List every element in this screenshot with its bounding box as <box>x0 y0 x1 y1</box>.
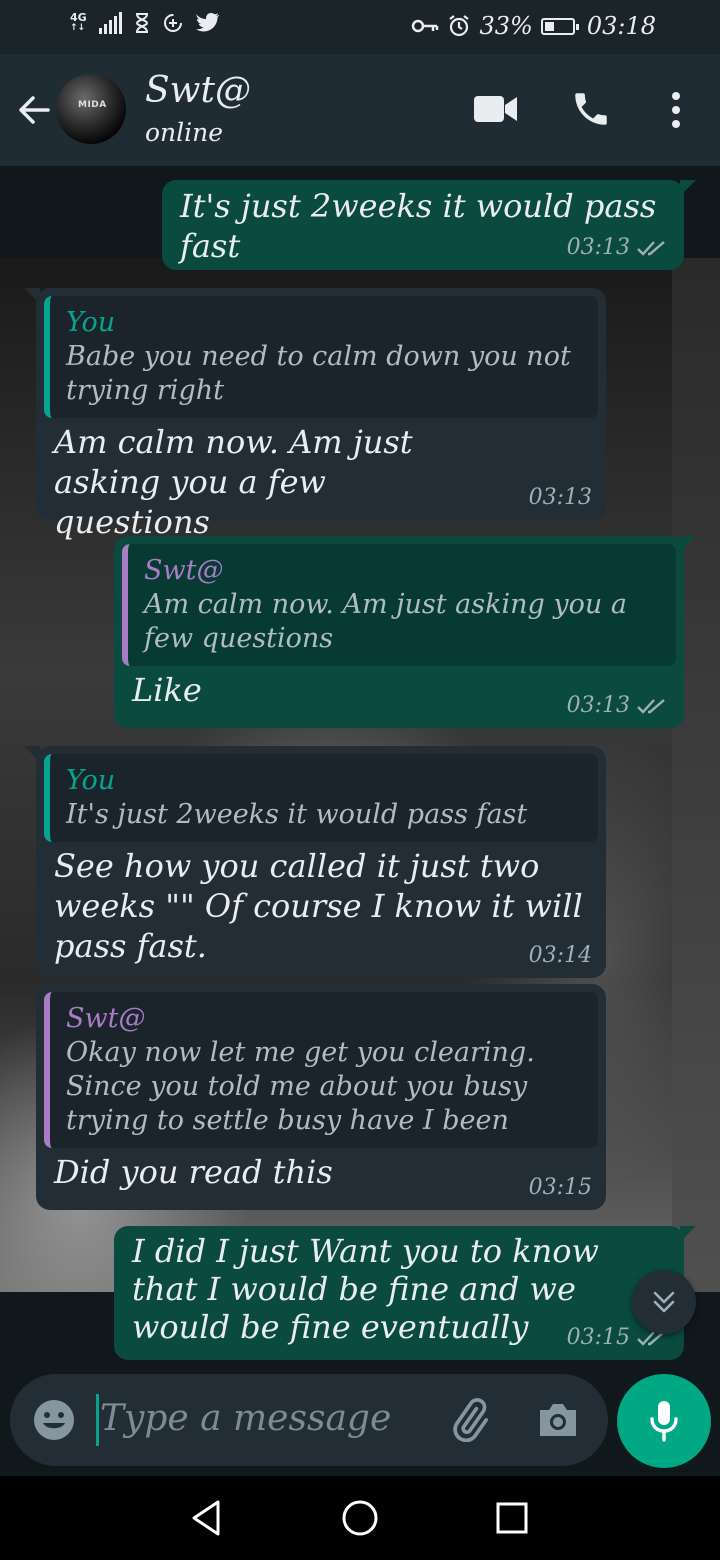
avatar[interactable]: MIDA <box>56 74 126 144</box>
double-chevron-down-icon <box>653 1291 675 1313</box>
message-time: 03:15 <box>529 1175 592 1200</box>
message-time: 03:13 <box>529 485 592 510</box>
quoted-author: Swt@ <box>144 555 224 586</box>
quoted-author: Swt@ <box>66 1003 146 1034</box>
contact-status: online <box>145 118 224 147</box>
message-outgoing[interactable]: I did I just Want you to know that I wou… <box>114 1226 696 1360</box>
clock: 03:18 <box>586 12 656 40</box>
message-time-label: 03:13 <box>528 485 592 510</box>
message-outgoing[interactable]: It's just 2weeks it would pass fast 03:1… <box>162 180 696 270</box>
status-bar: 4G ↑↓ 33% 03:18 <box>0 0 720 54</box>
data-saver-icon <box>163 14 182 32</box>
text-cursor <box>96 1394 99 1446</box>
message-time: 03:13 <box>567 235 670 260</box>
chat-header: MIDA Swt@ online <box>0 54 720 166</box>
back-arrow-icon[interactable] <box>14 90 54 130</box>
message-time-label: 03:14 <box>528 943 592 968</box>
hourglass-icon <box>135 13 148 33</box>
emoji-icon[interactable] <box>32 1398 76 1442</box>
battery-percent: 33% <box>479 12 533 40</box>
mic-icon <box>650 1401 678 1442</box>
more-vert-icon[interactable] <box>666 90 686 130</box>
twitter-icon <box>195 13 219 32</box>
message-text: See how you called it just two weeks "" … <box>54 847 583 965</box>
read-ticks-icon <box>637 240 665 256</box>
message-time: 03:13 <box>567 693 670 718</box>
phone-icon[interactable] <box>570 88 612 130</box>
quoted-author: You <box>66 765 116 796</box>
message-text: Am calm now. Am just asking you a few qu… <box>54 423 413 541</box>
signal-icon <box>98 12 122 34</box>
quoted-message[interactable]: Swt@ Okay now let me get you clearing. S… <box>44 992 598 1148</box>
system-navigation-bar <box>0 1476 720 1560</box>
quoted-author: You <box>66 307 116 338</box>
key-icon <box>412 19 439 33</box>
status-right-icons: 33% 03:18 <box>411 12 656 40</box>
alarm-icon <box>449 15 470 37</box>
message-text: Did you read this <box>54 1153 333 1191</box>
message-time-label: 03:13 <box>566 693 630 718</box>
nav-home-icon[interactable] <box>340 1498 380 1538</box>
message-time-label: 03:13 <box>566 235 630 260</box>
quoted-text: It's just 2weeks it would pass fast <box>66 799 528 830</box>
message-outgoing[interactable]: Swt@ Am calm now. Am just asking you a f… <box>114 536 696 728</box>
contact-name[interactable]: Swt@ <box>145 70 251 111</box>
attach-icon[interactable] <box>448 1398 492 1442</box>
nav-recents-icon[interactable] <box>494 1498 530 1538</box>
message-incoming[interactable]: Swt@ Okay now let me get you clearing. S… <box>36 984 606 1210</box>
battery-icon <box>540 17 579 35</box>
quoted-text: Babe you need to calm down you not tryin… <box>66 341 571 406</box>
message-time-label: 03:15 <box>566 1325 630 1350</box>
quoted-text: Am calm now. Am just asking you a few qu… <box>144 589 627 654</box>
quoted-message[interactable]: Swt@ Am calm now. Am just asking you a f… <box>122 544 676 666</box>
quoted-message[interactable]: You It's just 2weeks it would pass fast <box>44 754 598 842</box>
quoted-text: Okay now let me get you clearing. Since … <box>66 1037 535 1136</box>
avatar-logo-text: MIDA <box>78 100 107 110</box>
message-placeholder: Type a message <box>100 1398 392 1439</box>
network-label: 4G <box>70 11 87 24</box>
read-ticks-icon <box>637 698 665 714</box>
status-left-icons: 4G ↑↓ <box>70 12 220 34</box>
wallpaper-edge <box>672 258 720 1292</box>
camera-icon[interactable] <box>536 1400 580 1440</box>
scroll-to-bottom-button[interactable] <box>632 1270 696 1334</box>
message-input[interactable]: Type a message <box>10 1374 608 1466</box>
message-incoming[interactable]: You It's just 2weeks it would pass fast … <box>24 746 606 978</box>
nav-back-icon[interactable] <box>188 1498 224 1538</box>
message-time: 03:14 <box>529 943 592 968</box>
message-time-label: 03:15 <box>528 1175 592 1200</box>
chat-area[interactable]: It's just 2weeks it would pass fast 03:1… <box>0 166 720 1374</box>
network-type: 4G ↑↓ <box>70 11 87 33</box>
video-call-icon[interactable] <box>474 94 518 124</box>
composer: Type a message <box>0 1374 720 1474</box>
quoted-message[interactable]: You Babe you need to calm down you not t… <box>44 296 598 418</box>
voice-record-button[interactable] <box>617 1374 711 1468</box>
message-incoming[interactable]: You Babe you need to calm down you not t… <box>24 288 606 541</box>
